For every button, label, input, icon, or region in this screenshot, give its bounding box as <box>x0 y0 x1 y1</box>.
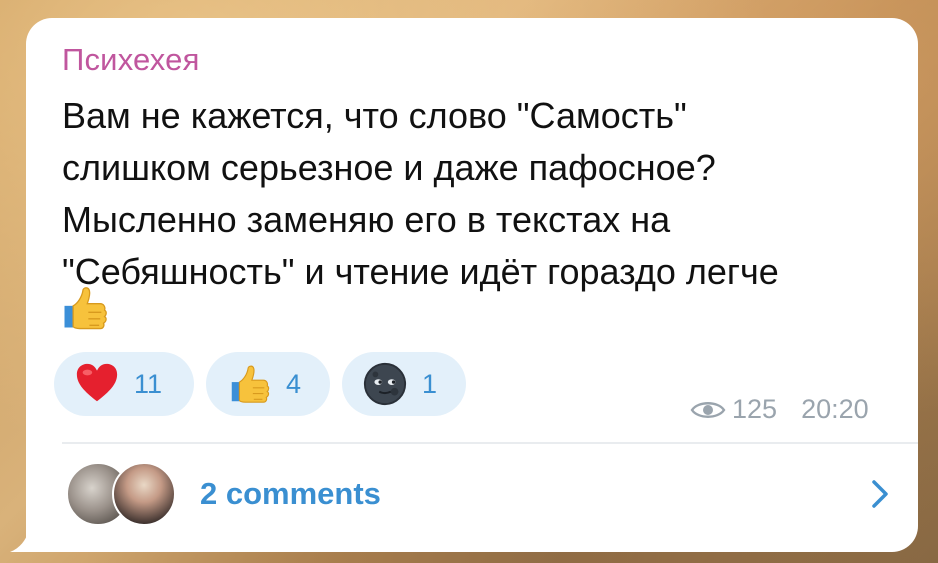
thumbs-up-emoji <box>231 365 270 403</box>
message-bubble[interactable]: Психехея Вам не кажется, что слово "Само… <box>26 18 918 552</box>
comments-link[interactable]: 2 comments <box>66 458 892 530</box>
commenter-avatars <box>66 462 178 526</box>
reaction-count: 1 <box>422 368 438 399</box>
red-heart-emoji <box>76 363 118 402</box>
message-line: Вам не кажется, что слово "Самость" <box>62 95 687 136</box>
reaction-heart[interactable]: 11 <box>54 352 194 416</box>
avatar <box>112 462 176 526</box>
message-line: Мысленно заменяю его в текстах на <box>62 199 671 240</box>
comments-label[interactable]: 2 comments <box>200 476 381 512</box>
message-meta: 125 20:20 <box>690 394 869 425</box>
message-line: слишком серьезное и даже пафосное? <box>62 147 716 188</box>
reaction-thumbs-up[interactable]: 4 <box>206 352 330 416</box>
reaction-count: 4 <box>286 368 302 399</box>
reaction-moon-face[interactable]: 1 <box>342 352 466 416</box>
comments-divider <box>62 442 918 444</box>
thumbs-up-emoji <box>64 287 107 330</box>
eye-icon <box>690 401 726 418</box>
views-count: 125 <box>732 394 778 424</box>
new-moon-face-emoji <box>363 362 407 406</box>
message-line: "Себяшность" и чтение идёт гораздо легче <box>62 251 779 292</box>
message-time: 20:20 <box>801 394 869 424</box>
reaction-count: 11 <box>134 368 163 399</box>
reactions-row: 11 4 1 <box>54 352 466 416</box>
message-text: Вам не кажется, что слово "Самость" слиш… <box>62 90 902 298</box>
chevron-right-icon[interactable] <box>868 479 892 509</box>
sender-name[interactable]: Психехея <box>62 42 200 78</box>
